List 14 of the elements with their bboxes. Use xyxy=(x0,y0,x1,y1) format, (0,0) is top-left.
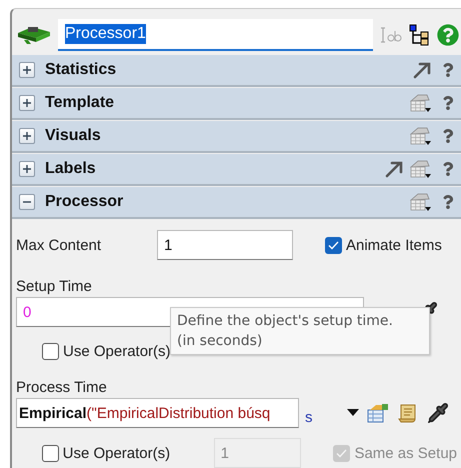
section-title: Statistics xyxy=(45,61,118,79)
field-label: Setup Time xyxy=(16,278,93,295)
checkbox-label: Same as Setup xyxy=(354,444,457,462)
section-title: Processor xyxy=(45,193,124,211)
checkbox-label: Use Operator(s) xyxy=(63,342,171,360)
checkbox-label: Use Operator(s) xyxy=(62,444,172,462)
checkbox-label: Animate Items xyxy=(346,236,442,254)
section-title: Template xyxy=(45,94,116,112)
unit-label: s xyxy=(305,408,312,426)
section-title: Labels xyxy=(45,160,97,178)
field-label: Max Content xyxy=(16,236,102,254)
section-title: Visuals xyxy=(45,127,102,145)
field-label: Process Time xyxy=(16,379,108,396)
tooltip: Define the object's setup time. (in seconds) xyxy=(170,307,430,355)
